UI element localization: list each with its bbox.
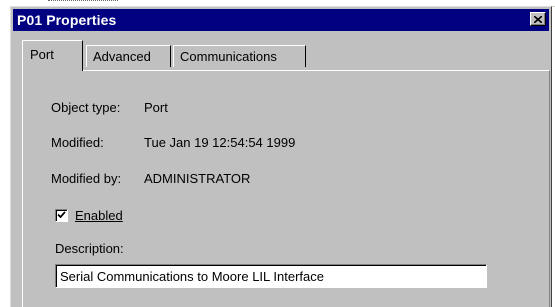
modified-by-label: Modified by: [51, 171, 122, 186]
tab-communications-label: Communications [180, 49, 277, 64]
modified-label: Modified: [51, 135, 104, 150]
modified-value: Tue Jan 19 12:54:54 1999 [144, 135, 296, 150]
tab-communications[interactable]: Communications [173, 45, 306, 67]
enabled-checkbox[interactable] [55, 208, 68, 222]
checkmark-icon [57, 211, 66, 219]
object-type-label: Object type: [51, 100, 121, 115]
window-title: P01 Properties [17, 12, 117, 28]
modified-by-value: ADMINISTRATOR [144, 171, 251, 186]
close-button[interactable] [530, 12, 546, 26]
description-field[interactable]: Serial Communications to Moore LIL Inter… [55, 264, 487, 288]
enabled-label: Enabled [75, 207, 123, 223]
tab-port[interactable]: Port [22, 40, 83, 71]
description-label: Description: [55, 241, 124, 256]
enabled-checkbox-row[interactable]: Enabled [55, 207, 123, 223]
close-icon [534, 15, 542, 23]
object-type-value: Port [144, 100, 168, 115]
tab-port-label: Port [30, 47, 54, 62]
tab-advanced[interactable]: Advanced [86, 45, 171, 67]
tab-advanced-label: Advanced [93, 49, 151, 64]
background-window-fragment [48, 0, 118, 5]
title-bar[interactable]: P01 Properties [13, 9, 549, 31]
